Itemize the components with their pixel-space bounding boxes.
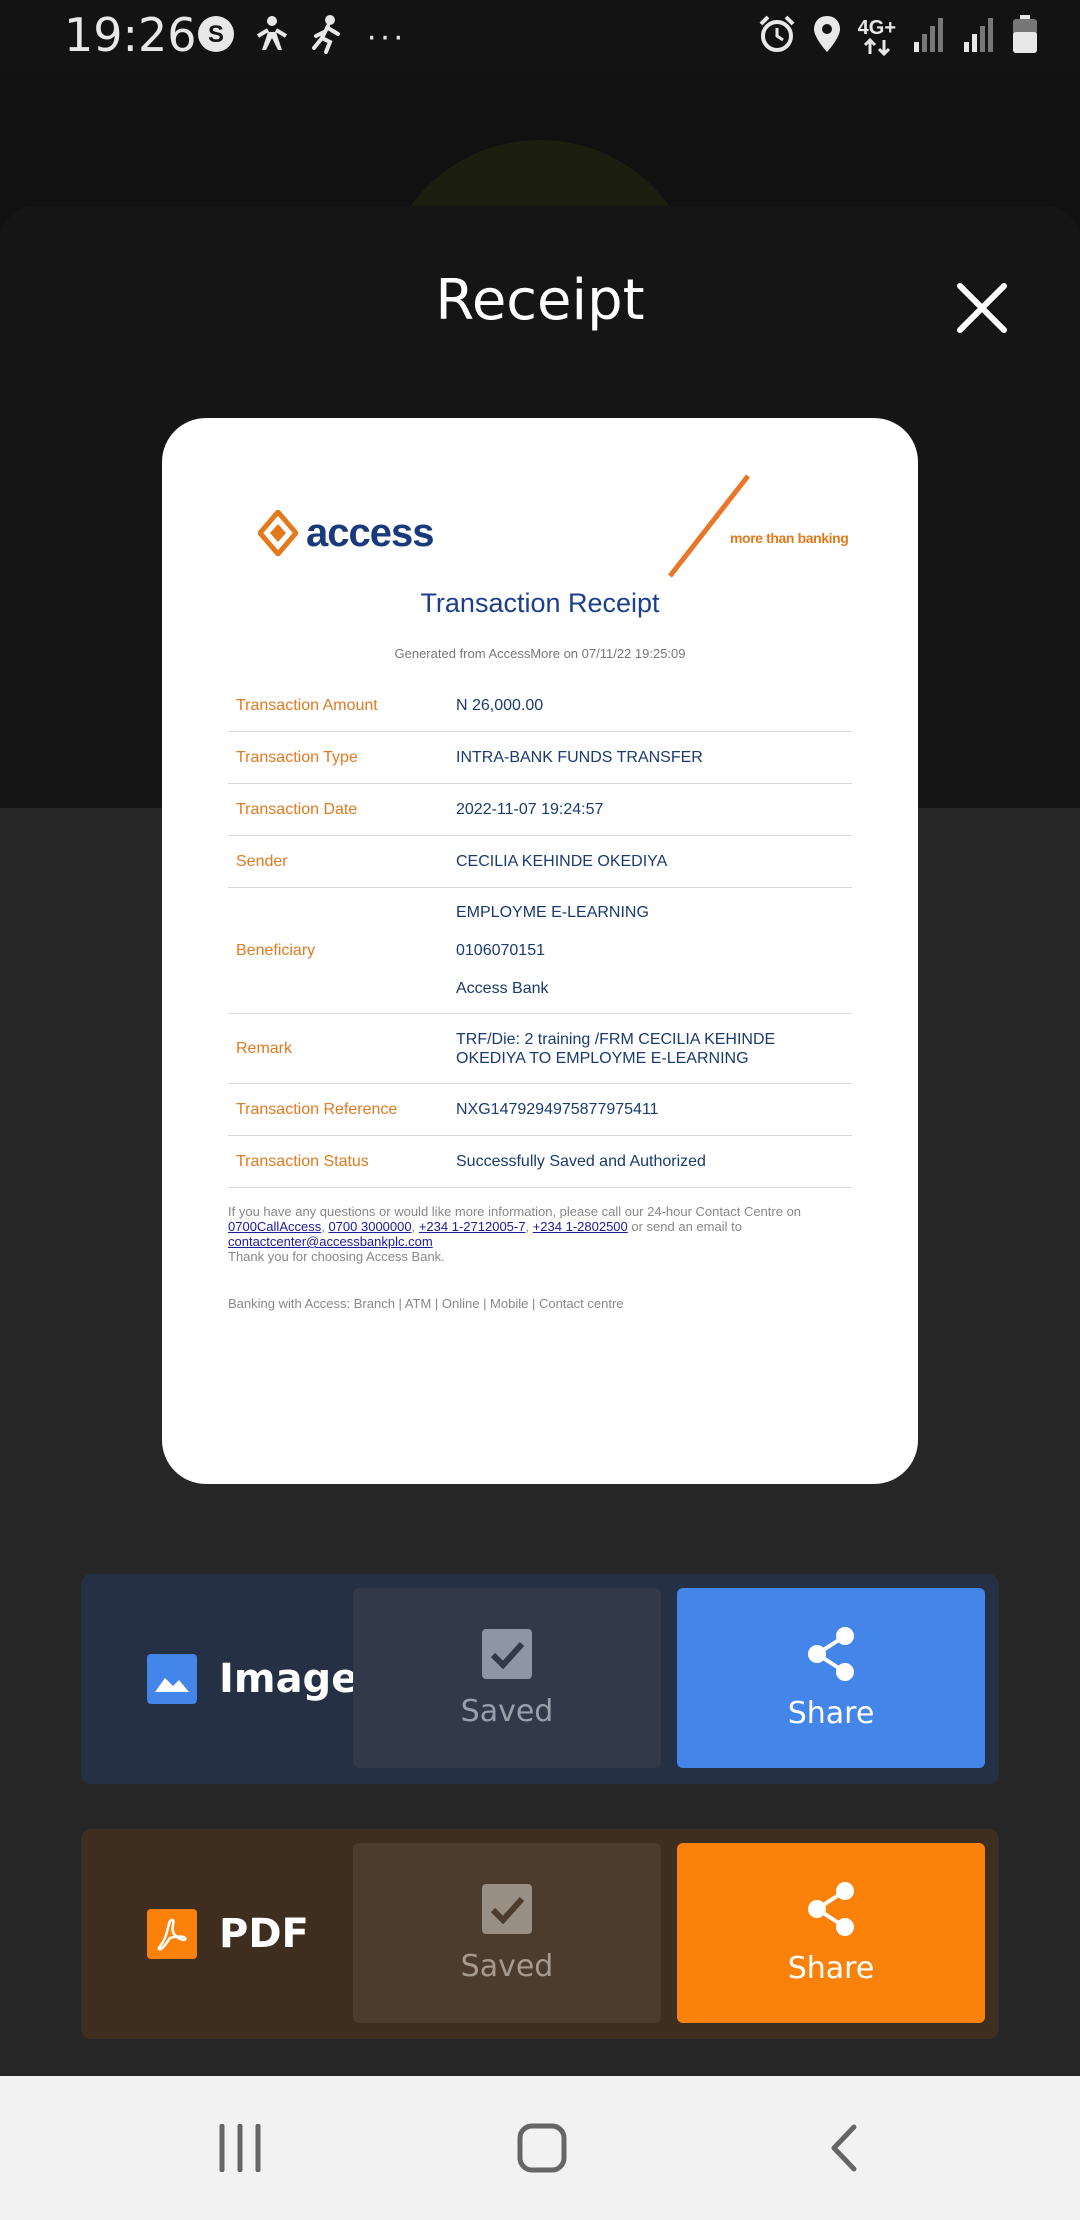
row-value: N 26,000.00 xyxy=(456,696,544,714)
row-label: Transaction Type xyxy=(228,732,442,783)
brand-name: access xyxy=(306,510,434,555)
more-dots-icon: ··· xyxy=(366,17,406,55)
image-share-button[interactable]: Share xyxy=(677,1588,985,1768)
pdf-export-label: PDF xyxy=(147,1909,309,1959)
row-label: Transaction Date xyxy=(228,784,442,835)
row-value: 2022-11-07 19:24:57 xyxy=(456,800,604,818)
beneficiary-name: EMPLOYME E-LEARNING xyxy=(456,903,649,921)
status-icons-left: S ··· xyxy=(196,14,406,59)
status-time: 19:26 xyxy=(64,8,197,62)
row-label: Remark xyxy=(228,1014,442,1083)
row-label: Sender xyxy=(228,836,442,887)
brand-slash-graphic xyxy=(668,474,750,578)
contact-info: If you have any questions or would like … xyxy=(228,1204,802,1264)
table-row: Sender CECILIA KEHINDE OKEDIYA xyxy=(228,836,852,888)
checkbox-checked-icon xyxy=(482,1883,532,1934)
s-app-icon: S xyxy=(196,14,236,59)
alarm-icon xyxy=(758,14,796,59)
signal-icon xyxy=(912,14,946,59)
pdf-icon xyxy=(147,1909,197,1959)
phone-link[interactable]: 0700 3000000 xyxy=(328,1219,411,1234)
table-row: Transaction Status Successfully Saved an… xyxy=(228,1136,852,1188)
row-value: EMPLOYME E-LEARNING 0106070151 Access Ba… xyxy=(442,888,852,1013)
image-saved-button[interactable]: Saved xyxy=(353,1588,661,1768)
back-button[interactable] xyxy=(804,2116,884,2180)
table-row: Transaction Amount N 26,000.00 xyxy=(228,680,852,732)
svg-text:S: S xyxy=(208,21,224,48)
pdf-export-panel: PDF Saved Share xyxy=(81,1829,999,2039)
table-row: Beneficiary EMPLOYME E-LEARNING 01060701… xyxy=(228,888,852,1014)
network-indicator: 4G+ xyxy=(858,18,896,56)
brand-tagline: more than banking xyxy=(730,530,849,546)
home-icon xyxy=(517,2123,567,2173)
email-link[interactable]: contactcenter@accessbankplc.com xyxy=(228,1234,433,1249)
navigation-bar xyxy=(0,2076,1080,2220)
row-label: Transaction Status xyxy=(228,1136,442,1187)
receipt-card: access more than banking Transaction Rec… xyxy=(162,418,918,1484)
share-icon xyxy=(808,1626,854,1681)
generated-note: Generated from AccessMore on 07/11/22 19… xyxy=(394,646,686,661)
phone-link[interactable]: 0700CallAccess xyxy=(228,1219,321,1234)
table-row: Transaction Type INTRA-BANK FUNDS TRANSF… xyxy=(228,732,852,784)
share-icon xyxy=(808,1881,854,1936)
network-arrows-icon xyxy=(863,37,890,56)
status-icons-right: 4G+ xyxy=(758,14,1038,59)
phone-link[interactable]: +234 1-2802500 xyxy=(533,1219,628,1234)
image-export-label: Image xyxy=(147,1654,358,1704)
image-icon xyxy=(147,1654,197,1704)
recents-icon xyxy=(219,2124,261,2172)
network-label: 4G+ xyxy=(857,16,896,39)
pdf-saved-button[interactable]: Saved xyxy=(353,1843,661,2023)
row-value: CECILIA KEHINDE OKEDIYA xyxy=(456,852,668,870)
access-diamond-logo-icon xyxy=(258,510,298,556)
back-icon xyxy=(831,2124,857,2172)
image-export-panel: Image Saved Share xyxy=(81,1574,999,1784)
location-icon xyxy=(812,14,842,59)
beneficiary-account: 0106070151 xyxy=(456,941,545,959)
beneficiary-bank: Access Bank xyxy=(456,979,549,997)
row-value: NXG1479294975877975411 xyxy=(456,1100,659,1118)
phone-link[interactable]: +234 1-2712005-7 xyxy=(419,1219,526,1234)
table-row: Remark TRF/Die: 2 training /FRM CECILIA … xyxy=(228,1014,852,1084)
receipt-table: Transaction Amount N 26,000.00 Transacti… xyxy=(228,680,852,1188)
row-label: Transaction Amount xyxy=(228,680,442,731)
access-logo: access xyxy=(258,510,434,556)
signal-icon xyxy=(962,14,996,59)
sheet-title: Receipt xyxy=(435,268,645,333)
close-button[interactable] xyxy=(954,280,1010,336)
battery-icon xyxy=(1012,14,1038,59)
banking-channels: Banking with Access: Branch | ATM | Onli… xyxy=(228,1296,624,1311)
table-row: Transaction Reference NXG147929497587797… xyxy=(228,1084,852,1136)
row-value: INTRA-BANK FUNDS TRANSFER xyxy=(456,748,703,766)
pdf-share-button[interactable]: Share xyxy=(677,1843,985,2023)
recents-button[interactable] xyxy=(200,2116,280,2180)
row-value: Successfully Saved and Authorized xyxy=(456,1152,706,1170)
home-button[interactable] xyxy=(502,2116,582,2180)
person-activity-icon xyxy=(254,14,290,59)
row-label: Beneficiary xyxy=(228,888,442,1013)
status-bar: 19:26 S ··· 4G+ xyxy=(0,0,1080,72)
checkbox-checked-icon xyxy=(482,1628,532,1679)
row-value: TRF/Die: 2 training /FRM CECILIA KEHINDE… xyxy=(456,1030,776,1067)
receipt-title: Transaction Receipt xyxy=(420,588,660,618)
close-icon xyxy=(957,283,1007,333)
row-label: Transaction Reference xyxy=(228,1084,442,1135)
table-row: Transaction Date 2022-11-07 19:24:57 xyxy=(228,784,852,836)
running-icon xyxy=(308,14,348,59)
